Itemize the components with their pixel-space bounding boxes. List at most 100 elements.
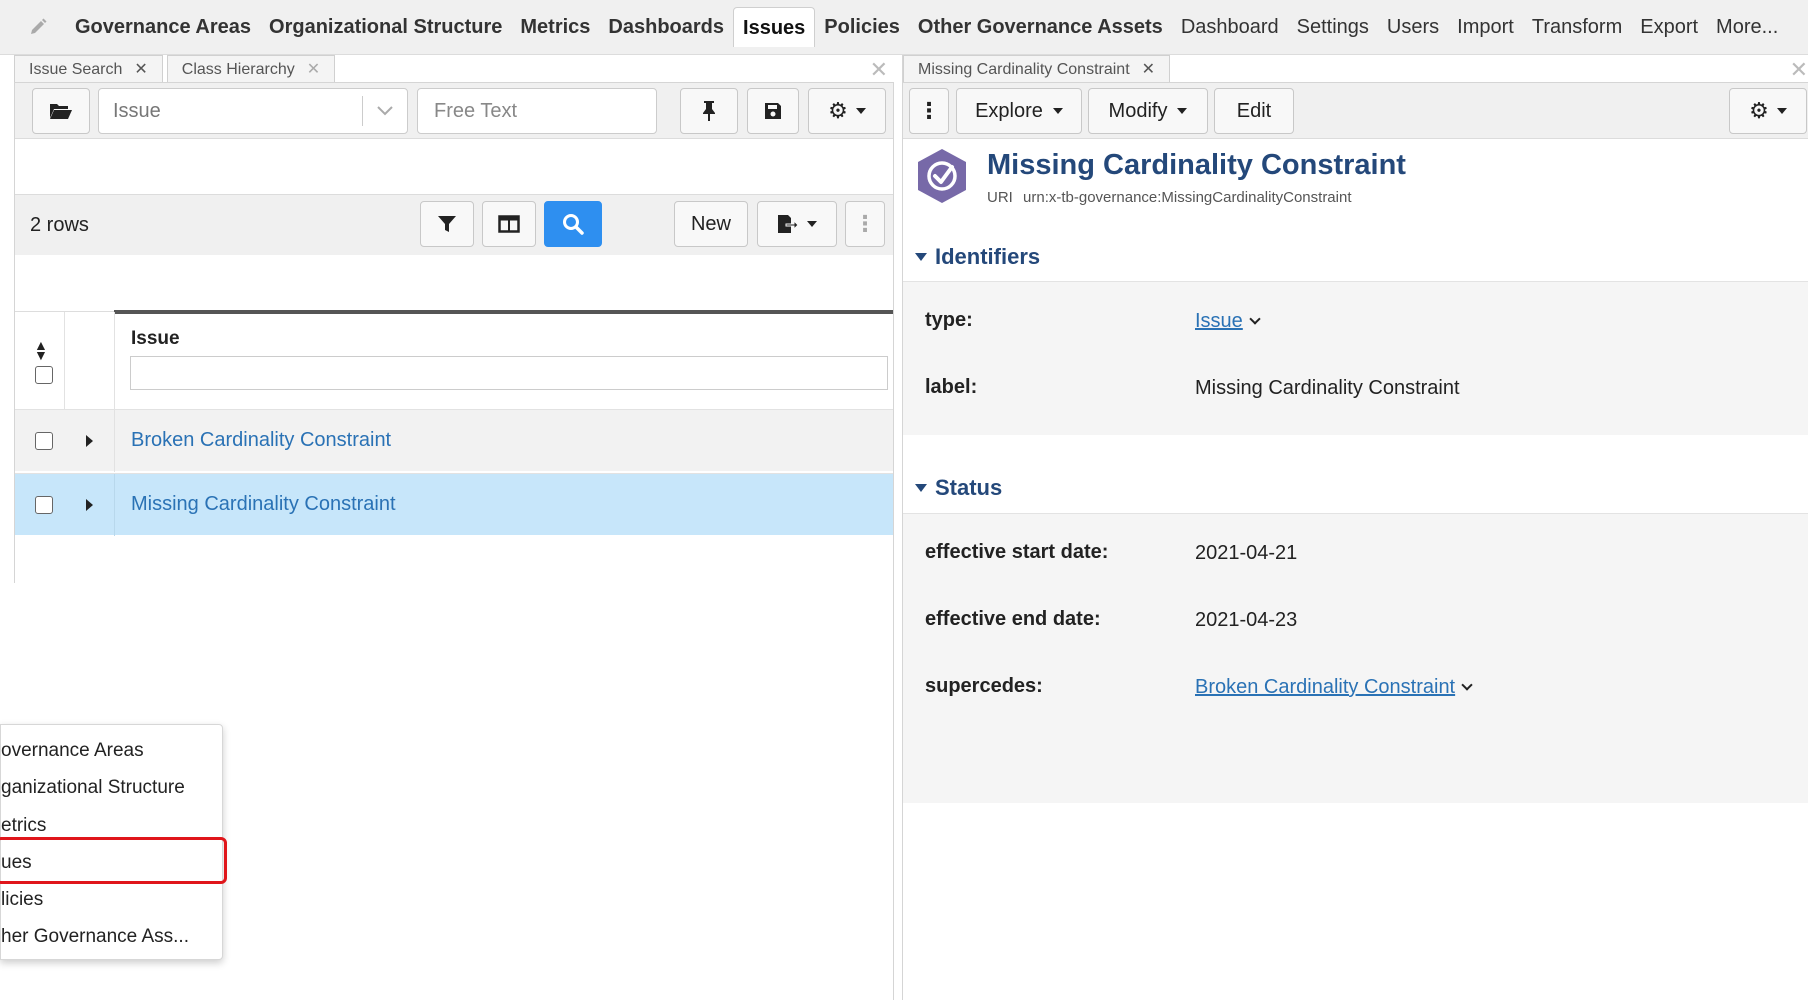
edit-button[interactable]: Edit (1214, 88, 1294, 134)
nav-other-governance-assets[interactable]: Other Governance Assets (909, 7, 1172, 47)
main-navigation: Governance Areas Organizational Structur… (0, 0, 1808, 55)
resource-detail-pane: Missing Cardinality Constraint ✕ ✕ ⋮ Exp… (902, 55, 1808, 1000)
menu-item-other-governance-assets[interactable]: her Governance Ass... (1, 919, 224, 955)
menu-item-organizational-structure[interactable]: ganizational Structure (1, 770, 224, 806)
gear-icon: ⚙ (828, 98, 848, 123)
pin-button[interactable] (680, 88, 738, 134)
tab-label: Class Hierarchy (181, 60, 295, 78)
sort-icon[interactable]: ▲ ▼ (34, 338, 48, 362)
settings-dropdown-button[interactable]: ⚙ (808, 88, 886, 134)
col-divider (114, 474, 115, 536)
export-dropdown-button[interactable] (757, 201, 837, 247)
chevron-down-icon[interactable] (1249, 313, 1261, 325)
nav-governance-areas[interactable]: Governance Areas (66, 7, 260, 47)
expand-caret-icon[interactable] (86, 498, 93, 511)
new-button[interactable]: New (674, 201, 748, 247)
nav-policies[interactable]: Policies (815, 7, 909, 47)
pane-right-border (893, 83, 894, 1000)
close-pane-icon[interactable]: ✕ (1790, 57, 1808, 83)
issue-column-header[interactable]: Issue (131, 328, 180, 350)
modify-label: Modify (1108, 99, 1168, 122)
nav-import[interactable]: Import (1448, 7, 1523, 47)
pencil-icon[interactable] (28, 16, 50, 38)
nav-metrics[interactable]: Metrics (511, 7, 599, 47)
close-icon[interactable]: ✕ (1142, 56, 1155, 83)
supercedes-link[interactable]: Broken Cardinality Constraint (1195, 676, 1455, 698)
start-date-value: 2021-04-21 (1195, 542, 1298, 564)
nav-dashboards[interactable]: Dashboards (599, 7, 733, 47)
identifiers-section-toggle[interactable]: Identifiers (915, 244, 1040, 270)
search-button[interactable] (544, 201, 602, 247)
end-date-value: 2021-04-23 (1195, 609, 1298, 631)
resource-toolbar: ⋮ Explore Modify Edit ⚙ (903, 83, 1808, 139)
close-pane-icon[interactable]: ✕ (870, 57, 888, 83)
supercedes-value: Broken Cardinality Constraint (1195, 676, 1473, 699)
select-all-checkbox[interactable] (35, 366, 53, 384)
collapse-triangle-icon (915, 253, 927, 261)
right-tab-bar: Missing Cardinality Constraint ✕ ✕ (903, 55, 1808, 83)
class-select-value: Issue (113, 99, 161, 122)
grid-header: ▲ ▼ Issue (14, 310, 894, 410)
columns-icon (498, 215, 520, 233)
status-section-toggle[interactable]: Status (915, 475, 1002, 501)
columns-button[interactable] (482, 201, 536, 247)
type-label: type: (925, 309, 973, 331)
menu-item-governance-areas[interactable]: overnance Areas (1, 733, 224, 769)
resource-menu-button[interactable]: ⋮ (909, 88, 949, 134)
identifiers-section (903, 281, 1808, 435)
collapse-triangle-icon (915, 484, 927, 492)
tab-class-hierarchy[interactable]: Class Hierarchy ✕ (166, 55, 336, 83)
resource-type-icon (915, 147, 969, 205)
expand-caret-icon[interactable] (86, 434, 93, 447)
tab-missing-cardinality-constraint[interactable]: Missing Cardinality Constraint ✕ (903, 55, 1171, 83)
table-row-selected[interactable]: Missing Cardinality Constraint (14, 473, 894, 536)
tab-issue-search[interactable]: Issue Search ✕ (14, 55, 163, 82)
save-button[interactable] (747, 88, 799, 134)
row-count: 2 rows (30, 213, 89, 236)
issue-column-filter-input[interactable] (130, 356, 888, 390)
start-date-label: effective start date: (925, 541, 1109, 563)
caret-down-icon (1776, 108, 1787, 114)
more-options-button[interactable]: ⋮ (845, 201, 885, 247)
resource-title: Missing Cardinality Constraint (987, 149, 1406, 181)
chevron-down-icon[interactable] (1461, 679, 1473, 691)
menu-item-policies[interactable]: licies (1, 882, 224, 918)
row-checkbox[interactable] (35, 495, 53, 514)
resource-settings-button[interactable]: ⚙ (1729, 88, 1807, 134)
nav-transform[interactable]: Transform (1523, 7, 1631, 47)
search-icon (563, 214, 584, 235)
close-icon[interactable]: ✕ (134, 56, 147, 83)
nav-users[interactable]: Users (1378, 7, 1448, 47)
class-select[interactable]: Issue (98, 88, 408, 134)
open-folder-button[interactable] (32, 88, 90, 134)
filter-area (14, 139, 894, 195)
identifiers-title: Identifiers (935, 244, 1041, 269)
chevron-down-icon[interactable] (363, 106, 407, 116)
issue-link[interactable]: Missing Cardinality Constraint (131, 493, 396, 516)
folder-icon (50, 104, 72, 119)
nav-dashboard[interactable]: Dashboard (1172, 7, 1288, 47)
col-divider (64, 312, 65, 410)
row-checkbox[interactable] (35, 431, 53, 450)
tab-label: Missing Cardinality Constraint (918, 60, 1130, 78)
nav-organizational-structure[interactable]: Organizational Structure (260, 7, 511, 47)
nav-more[interactable]: More... (1707, 7, 1787, 47)
table-row[interactable]: Broken Cardinality Constraint (14, 409, 894, 472)
nav-export[interactable]: Export (1631, 7, 1707, 47)
close-icon[interactable]: ✕ (307, 56, 320, 83)
navigation-dropdown-menu: overnance Areas ganizational Structure e… (0, 724, 227, 960)
free-text-input[interactable]: Free Text (417, 88, 657, 134)
filter-button[interactable] (420, 201, 474, 247)
search-toolbar: Issue Free Text ⚙ (14, 83, 894, 139)
issue-link[interactable]: Broken Cardinality Constraint (131, 429, 391, 452)
type-link[interactable]: Issue (1195, 310, 1243, 332)
supercedes-label: supercedes: (925, 675, 1043, 697)
vertical-ellipsis-icon: ⋮ (854, 211, 876, 236)
label-value: Missing Cardinality Constraint (1195, 377, 1460, 399)
explore-button[interactable]: Explore (956, 88, 1082, 134)
caret-down-icon (1177, 108, 1188, 114)
uri-label: URI (987, 189, 1013, 206)
nav-settings[interactable]: Settings (1288, 7, 1378, 47)
nav-issues[interactable]: Issues (733, 7, 816, 47)
modify-button[interactable]: Modify (1088, 88, 1208, 134)
